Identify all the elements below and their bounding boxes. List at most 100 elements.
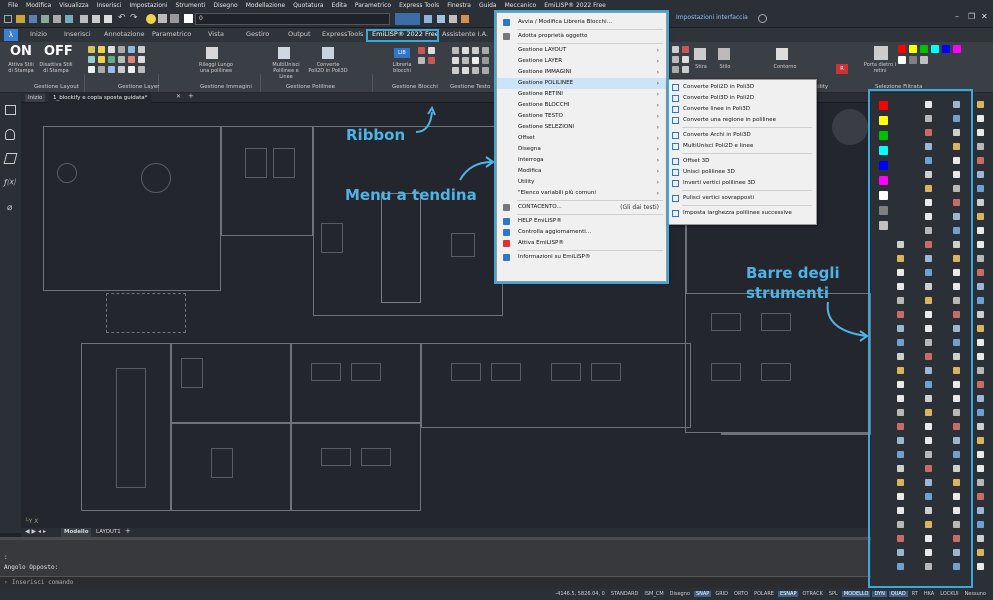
tab-item[interactable]: Output [288,30,311,38]
stilo-button[interactable]: Stilo [712,64,738,70]
status-toggle[interactable]: ORTO [732,591,750,597]
tool-icon[interactable] [977,199,984,206]
layer-match-icon[interactable] [437,15,445,23]
converte-poli-button[interactable]: Converte Poli2D in Poli3D [308,62,348,74]
cut-icon[interactable] [80,15,88,23]
save-as-icon[interactable] [41,15,49,23]
contorno-button[interactable]: Contorno [768,64,802,70]
color-swatch[interactable] [898,56,906,64]
submenu-item[interactable]: Unisci polilinee 3D [668,167,816,178]
layer-tools-button[interactable] [395,13,420,25]
tab-item[interactable]: Vista [208,30,224,38]
attiva-stili-button[interactable]: Attiva Stili di Stampa [6,62,36,74]
status-toggle[interactable]: STANDARD [609,591,641,597]
layout-nav-icons[interactable]: ◀ ▶ ◂ ▸ [25,528,46,535]
tool-icon[interactable] [977,353,984,360]
menubar-item[interactable]: File [4,2,22,9]
tab-item[interactable]: Annotazione [104,30,145,38]
properties-icon[interactable] [5,105,16,115]
menubar-item[interactable]: Finestra [443,2,475,9]
color-swatch[interactable] [942,45,950,53]
redo-icon[interactable]: ↷ [130,13,138,23]
bulb-icon[interactable] [5,129,15,140]
menubar-item[interactable]: Parametrico [351,2,395,9]
tool-icon[interactable] [977,451,984,458]
status-toggle[interactable]: QUAD [888,591,908,597]
tool-icon[interactable] [977,269,984,276]
status-toggle[interactable]: OTRACK [800,591,824,597]
command-input[interactable]: › Inserisci comando [0,576,871,588]
tool-icon[interactable] [977,423,984,430]
tool-icon[interactable] [977,395,984,402]
status-toggle[interactable]: ISM_CM [642,591,665,597]
print-icon[interactable] [53,15,61,23]
submenu-item[interactable]: Converte Poli2D in Poli3D [668,82,816,93]
layer-state-icon[interactable] [424,15,432,23]
help-icon[interactable] [758,14,767,23]
menubar-item[interactable]: Quotatura [289,2,328,9]
disattiva-stili-button[interactable]: Disattiva Stili di Stampa [38,62,74,74]
submenu-item[interactable]: MultiUnisci Poli2D e linee [668,141,816,152]
undo-icon[interactable]: ↶ [118,13,126,23]
stira-button[interactable]: Stira [688,64,714,70]
new-doc-tab-button[interactable]: + [188,92,194,100]
tool-icon[interactable] [977,479,984,486]
tool-icon[interactable] [977,409,984,416]
porta-dietro-button[interactable]: Porta dietro i retini [862,62,898,74]
menubar-item[interactable]: Inserisci [93,2,126,9]
color-swatch[interactable] [953,45,961,53]
tool-icon[interactable] [977,213,984,220]
menubar-item[interactable]: Visualizza [55,2,93,9]
tool-icon[interactable] [977,507,984,514]
function-icon[interactable]: ƒ⒳ [4,177,15,188]
restore-icon[interactable]: ❐ [968,12,975,21]
app-menu-icon[interactable]: λ [4,29,18,41]
layer-freeze-icon[interactable] [158,14,167,23]
color-swatch[interactable] [909,56,917,64]
menubar-item[interactable]: Modellazione [242,2,289,9]
tool-icon[interactable] [977,381,984,388]
close-doc-icon[interactable]: ✕ [176,93,181,100]
tab-item[interactable]: Inserisci [64,30,91,38]
new-layout-button[interactable]: + [125,527,131,535]
tab-item[interactable]: ExpressTools [322,30,363,38]
submenu-item[interactable]: Converte Poli3D in Poli2D [668,93,816,104]
status-toggle[interactable]: GRID [713,591,730,597]
tool-icon[interactable] [977,241,984,248]
color-swatch[interactable] [931,45,939,53]
model-tab[interactable]: Modello [61,528,92,537]
tool-icon[interactable] [977,227,984,234]
status-toggle[interactable]: LOCKUI [938,591,960,597]
status-toggle[interactable]: HKA [922,591,936,597]
save-icon[interactable] [29,15,37,23]
layer-previous-icon[interactable] [449,15,457,23]
interface-settings-link[interactable]: Impostazioni interfaccia [676,14,748,21]
new-file-icon[interactable] [4,15,12,23]
tab-item[interactable]: Parametrico [152,30,191,38]
status-toggle[interactable]: RT [910,591,920,597]
color-swatch[interactable] [909,45,917,53]
tool-icon[interactable] [977,535,984,542]
rileggi-button[interactable]: Rileggi Lungo una polilinee [196,62,236,74]
tool-icon[interactable] [977,143,984,150]
paste-icon[interactable] [104,15,112,23]
tool-icon[interactable] [977,549,984,556]
red-r-icon[interactable]: R [836,64,848,74]
status-toggle[interactable]: SNAP [693,591,712,597]
tool-icon[interactable] [977,493,984,500]
attach-icon[interactable]: ⌀ [7,203,12,213]
navigation-wheel[interactable] [832,109,868,145]
plot-preview-icon[interactable] [65,15,73,23]
menubar-item[interactable]: Impostazioni [125,2,171,9]
libreria-blocchi-button[interactable]: Libreria blocchi [386,62,418,74]
minimize-icon[interactable]: – [955,12,959,21]
tool-icon[interactable] [977,437,984,444]
open-file-icon[interactable] [16,15,25,23]
menubar-item[interactable]: Disegno [209,2,241,9]
menubar-item[interactable]: Meccanico [501,2,541,9]
menubar-item[interactable]: Express Tools [395,2,443,9]
layer-isolate-icon[interactable] [461,15,469,23]
doc-tab-file[interactable]: 1_blockify e copia sposta guidata* [49,93,152,103]
tool-icon[interactable] [977,563,984,570]
tool-icon[interactable] [977,171,984,178]
